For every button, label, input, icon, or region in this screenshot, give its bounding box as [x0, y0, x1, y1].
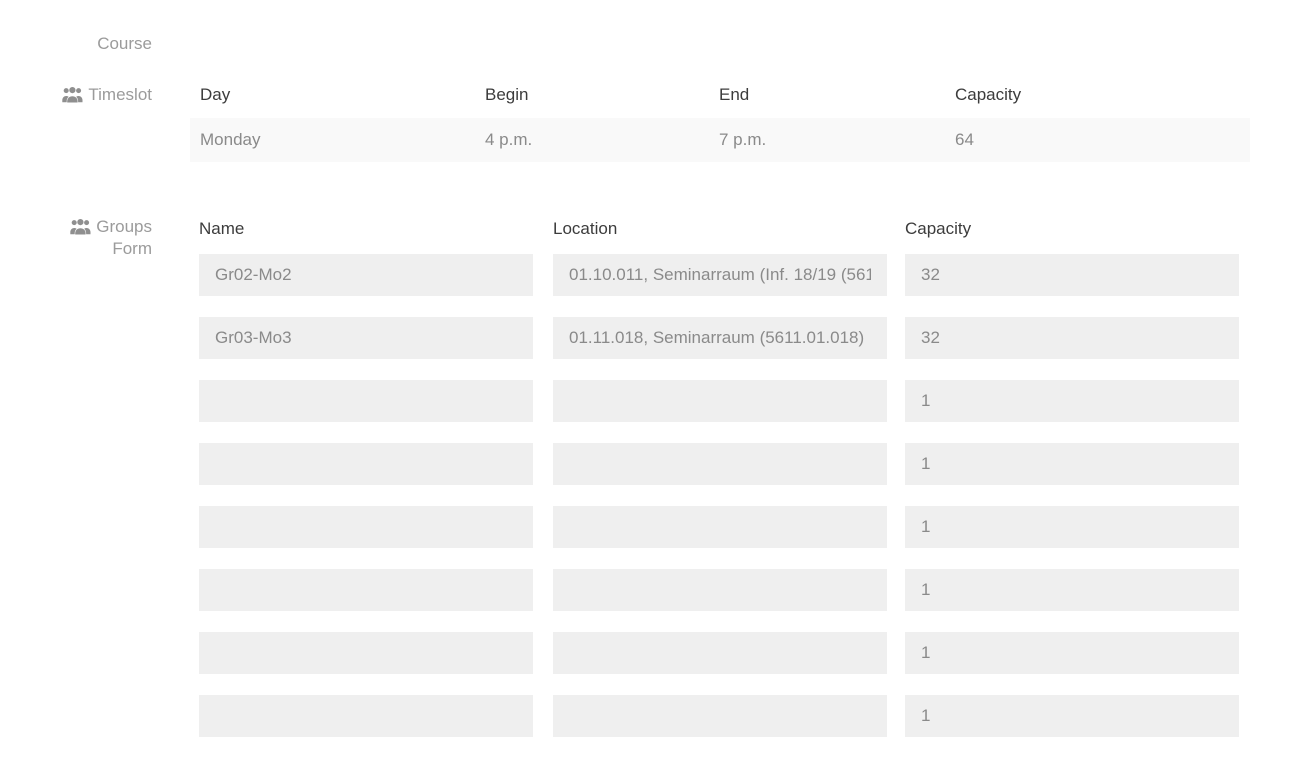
groups-column-header-capacity: Capacity	[905, 219, 972, 238]
group-location-input[interactable]	[553, 695, 887, 737]
group-capacity-input[interactable]	[905, 254, 1239, 296]
groups-form: Name Location Capacity	[199, 216, 1250, 758]
group-location-input[interactable]	[553, 569, 887, 611]
timeslot-column-header-day: Day	[200, 85, 231, 104]
timeslot-cell-end: 7 p.m.	[719, 130, 767, 149]
groups-column-header-name: Name	[199, 219, 245, 238]
groups-form-header-row: Name Location Capacity	[199, 216, 1250, 254]
group-location-input[interactable]	[553, 254, 887, 296]
group-capacity-input[interactable]	[905, 317, 1239, 359]
timeslot-table: Day Begin End Capacity Monday 4 p.m. 7 p…	[190, 80, 1250, 162]
group-form-row	[199, 380, 1250, 422]
group-name-input[interactable]	[199, 380, 533, 422]
timeslot-column-header-capacity: Capacity	[955, 85, 1022, 104]
group-location-input[interactable]	[553, 506, 887, 548]
timeslot-cell-begin: 4 p.m.	[485, 130, 533, 149]
timeslot-cell-capacity: 64	[955, 130, 974, 149]
group-capacity-input[interactable]	[905, 632, 1239, 674]
group-name-input[interactable]	[199, 443, 533, 485]
group-form-row	[199, 695, 1250, 737]
group-name-input[interactable]	[199, 506, 533, 548]
form-label-groups: Groups Form	[0, 216, 152, 260]
users-icon	[62, 87, 83, 103]
form-label-timeslot: Timeslot	[0, 84, 152, 106]
form-label-course-text: Course	[97, 34, 152, 53]
group-form-row	[199, 443, 1250, 485]
group-name-input[interactable]	[199, 569, 533, 611]
form-label-groups-text: Groups	[96, 217, 152, 236]
table-row: Monday 4 p.m. 7 p.m. 64	[190, 118, 1250, 162]
groups-column-header-location: Location	[553, 219, 618, 238]
users-icon	[70, 219, 91, 235]
group-form-row	[199, 632, 1250, 674]
form-label-timeslot-text: Timeslot	[88, 85, 152, 104]
group-capacity-input[interactable]	[905, 695, 1239, 737]
group-capacity-input[interactable]	[905, 380, 1239, 422]
group-location-input[interactable]	[553, 443, 887, 485]
group-capacity-input[interactable]	[905, 569, 1239, 611]
timeslot-cell-day: Monday	[200, 130, 261, 149]
group-capacity-input[interactable]	[905, 443, 1239, 485]
timeslot-column-header-begin: Begin	[485, 85, 529, 104]
group-name-input[interactable]	[199, 632, 533, 674]
form-label-groups-subtext: Form	[112, 239, 152, 258]
group-name-input[interactable]	[199, 695, 533, 737]
group-form-row	[199, 254, 1250, 296]
group-location-input[interactable]	[553, 317, 887, 359]
group-name-input[interactable]	[199, 317, 533, 359]
group-form-row	[199, 569, 1250, 611]
group-location-input[interactable]	[553, 380, 887, 422]
group-capacity-input[interactable]	[905, 506, 1239, 548]
timeslot-column-header-end: End	[719, 85, 750, 104]
timeslot-table-header-row: Day Begin End Capacity	[190, 80, 1250, 118]
group-location-input[interactable]	[553, 632, 887, 674]
form-label-course: Course	[0, 33, 152, 55]
group-name-input[interactable]	[199, 254, 533, 296]
group-form-row	[199, 317, 1250, 359]
group-form-row	[199, 506, 1250, 548]
